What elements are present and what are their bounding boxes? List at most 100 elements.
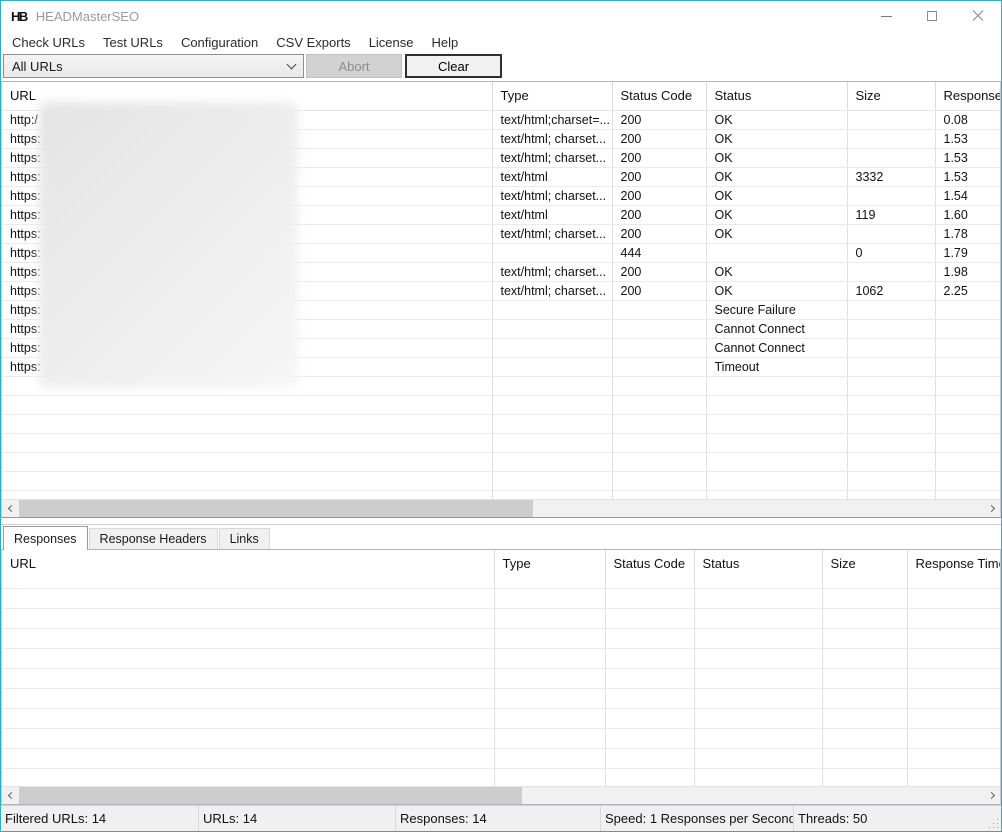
cell-response-time <box>935 338 1000 357</box>
cell-type: text/html <box>492 205 612 224</box>
cell-status-code: 200 <box>612 129 706 148</box>
empty-row <box>2 414 1000 433</box>
menu-license[interactable]: License <box>360 33 423 52</box>
scroll-left-icon[interactable] <box>2 500 18 517</box>
cell-status-code: 200 <box>612 205 706 224</box>
cell-size <box>847 129 935 148</box>
results-list: URL Type Status Code Status Size Respons… <box>1 81 1001 518</box>
minimize-button[interactable] <box>863 1 909 31</box>
column-header-response-time[interactable]: Response Time <box>935 82 1000 110</box>
column-header-type[interactable]: Type <box>492 82 612 110</box>
cell-type: text/html; charset... <box>492 281 612 300</box>
scroll-track[interactable] <box>18 500 984 517</box>
cell-status-code <box>612 357 706 376</box>
cell-type: text/html; charset... <box>492 129 612 148</box>
column-header-status-code[interactable]: Status Code <box>612 82 706 110</box>
minimize-icon <box>881 16 892 17</box>
column-header-url[interactable]: URL <box>2 550 494 588</box>
abort-button[interactable]: Abort <box>306 54 402 78</box>
tab-response-headers[interactable]: Response Headers <box>89 528 218 549</box>
cell-status: OK <box>706 167 847 186</box>
results-hscrollbar[interactable] <box>2 499 1000 517</box>
cell-size: 0 <box>847 243 935 262</box>
url-filter-select[interactable]: All URLs <box>3 54 304 78</box>
cell-status: Timeout <box>706 357 847 376</box>
clear-button[interactable]: Clear <box>405 54 502 78</box>
column-header-type[interactable]: Type <box>494 550 605 588</box>
scroll-thumb[interactable] <box>19 787 522 804</box>
cell-response-time: 1.53 <box>935 129 1000 148</box>
cell-status-code <box>612 319 706 338</box>
resize-grip-icon[interactable] <box>997 827 998 828</box>
cell-type: text/html <box>492 167 612 186</box>
column-header-status[interactable]: Status <box>694 550 822 588</box>
scroll-right-icon[interactable] <box>984 500 1000 517</box>
cell-size <box>847 319 935 338</box>
window-title: HEADMasterSEO <box>36 9 139 24</box>
cell-status-code: 444 <box>612 243 706 262</box>
cell-status-code: 200 <box>612 224 706 243</box>
cell-status-code: 200 <box>612 186 706 205</box>
cell-status: Cannot Connect <box>706 319 847 338</box>
maximize-button[interactable] <box>909 1 955 31</box>
cell-response-time: 1.78 <box>935 224 1000 243</box>
cell-status: OK <box>706 110 847 129</box>
scroll-thumb[interactable] <box>19 500 533 517</box>
scroll-right-icon[interactable] <box>984 787 1000 804</box>
cell-status-code: 200 <box>612 167 706 186</box>
pane-splitter[interactable] <box>1 518 1001 525</box>
empty-row <box>2 688 1000 708</box>
tab-links[interactable]: Links <box>219 528 270 549</box>
status-urls: URLs: 14 <box>199 806 396 831</box>
cell-status <box>706 243 847 262</box>
cell-response-time <box>935 357 1000 376</box>
cell-type <box>492 319 612 338</box>
scroll-left-icon[interactable] <box>2 787 18 804</box>
menu-test-urls[interactable]: Test URLs <box>94 33 172 52</box>
empty-row <box>2 768 1000 788</box>
column-header-response-time[interactable]: Response Time <box>907 550 1000 588</box>
empty-row <box>2 748 1000 768</box>
tab-responses[interactable]: Responses <box>3 526 88 550</box>
column-header-status[interactable]: Status <box>706 82 847 110</box>
redaction-blur <box>39 102 298 388</box>
empty-row <box>2 452 1000 471</box>
menu-configuration[interactable]: Configuration <box>172 33 267 52</box>
column-header-size[interactable]: Size <box>847 82 935 110</box>
maximize-icon <box>927 11 937 21</box>
close-button[interactable] <box>955 1 1001 31</box>
cell-size: 119 <box>847 205 935 224</box>
responses-hscrollbar[interactable] <box>2 786 1000 804</box>
menu-help[interactable]: Help <box>423 33 468 52</box>
titlebar: HB HEADMasterSEO <box>1 1 1001 31</box>
cell-type: text/html; charset... <box>492 186 612 205</box>
cell-status: OK <box>706 281 847 300</box>
cell-size <box>847 262 935 281</box>
app-window: HB HEADMasterSEO Check URLs Test URLs Co… <box>0 0 1002 832</box>
cell-status-code: 200 <box>612 110 706 129</box>
menu-csv-exports[interactable]: CSV Exports <box>267 33 359 52</box>
menu-check-urls[interactable]: Check URLs <box>3 33 94 52</box>
cell-type: text/html; charset... <box>492 224 612 243</box>
cell-size <box>847 224 935 243</box>
app-icon: HB <box>11 9 27 24</box>
scroll-track[interactable] <box>18 787 984 804</box>
detail-tabs: Responses Response Headers Links <box>1 525 1001 549</box>
cell-response-time: 1.54 <box>935 186 1000 205</box>
cell-size <box>847 338 935 357</box>
cell-response-time: 0.08 <box>935 110 1000 129</box>
cell-type <box>492 338 612 357</box>
column-header-status-code[interactable]: Status Code <box>605 550 694 588</box>
cell-response-time: 1.79 <box>935 243 1000 262</box>
cell-status-code: 200 <box>612 262 706 281</box>
empty-row <box>2 608 1000 628</box>
column-header-size[interactable]: Size <box>822 550 907 588</box>
cell-status: OK <box>706 186 847 205</box>
empty-row <box>2 588 1000 608</box>
cell-size: 1062 <box>847 281 935 300</box>
cell-type <box>492 357 612 376</box>
cell-status: OK <box>706 224 847 243</box>
status-filtered-urls: Filtered URLs: 14 <box>1 806 199 831</box>
cell-response-time: 2.25 <box>935 281 1000 300</box>
cell-response-time <box>935 300 1000 319</box>
